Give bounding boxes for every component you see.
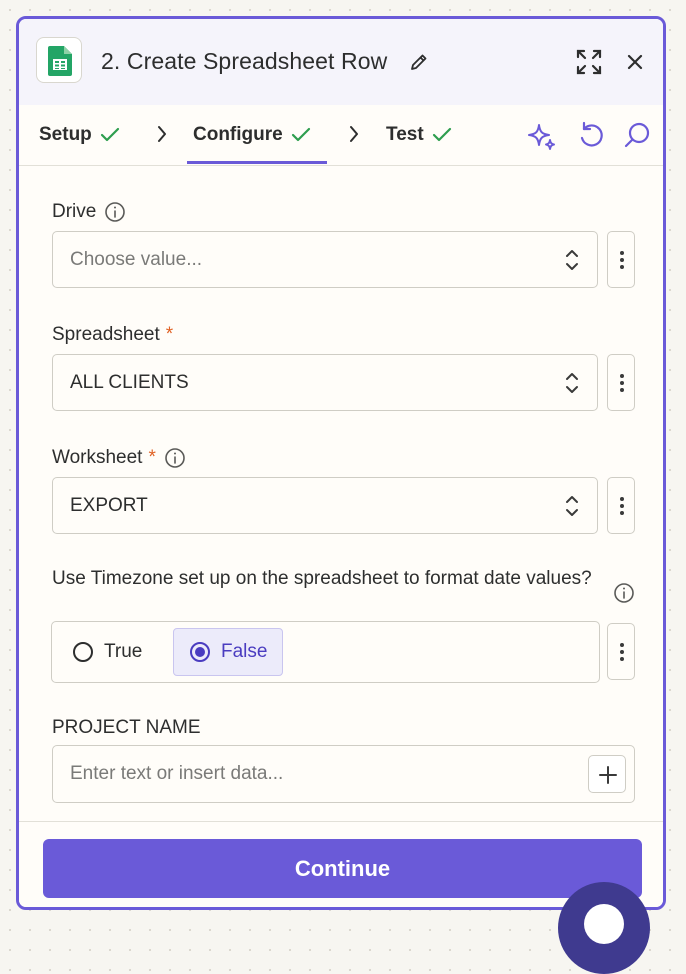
help-chat-button[interactable]	[558, 882, 650, 974]
google-sheets-icon	[36, 37, 82, 83]
worksheet-value: EXPORT	[70, 494, 148, 516]
tab-configure[interactable]: Configure	[193, 105, 311, 165]
radio-label: False	[221, 641, 268, 662]
drive-select[interactable]: Choose value...	[52, 231, 598, 288]
radio-checked-icon	[190, 642, 210, 662]
check-icon	[100, 127, 119, 142]
spreadsheet-value: ALL CLIENTS	[70, 371, 189, 393]
expand-icon[interactable]	[575, 48, 603, 81]
check-icon	[291, 127, 310, 142]
panel-header: 2. Create Spreadsheet Row	[19, 19, 663, 105]
chat-icon	[584, 904, 624, 944]
info-icon[interactable]	[104, 201, 126, 223]
close-icon[interactable]	[625, 52, 645, 77]
tab-label: Configure	[193, 124, 283, 145]
active-tab-indicator	[187, 161, 327, 164]
undo-icon[interactable]	[577, 121, 605, 154]
tab-label: Setup	[39, 124, 92, 145]
timezone-radio-group: True False	[51, 621, 600, 683]
spreadsheet-options-button[interactable]	[607, 354, 635, 411]
chevron-updown-icon	[566, 496, 578, 516]
chevron-right-icon	[350, 126, 358, 142]
tab-setup[interactable]: Setup	[39, 105, 120, 165]
radio-label: True	[104, 641, 143, 662]
plus-icon	[599, 766, 617, 784]
insert-data-button[interactable]	[588, 755, 626, 793]
info-icon[interactable]	[613, 582, 635, 604]
kebab-icon	[620, 251, 624, 269]
timezone-options-button[interactable]	[607, 623, 635, 680]
required-mark: *	[148, 447, 156, 468]
step-title: 2. Create Spreadsheet Row	[101, 48, 388, 74]
search-icon[interactable]	[623, 121, 651, 154]
info-icon[interactable]	[164, 447, 186, 469]
chevron-updown-icon	[566, 373, 578, 393]
tab-test[interactable]: Test	[386, 105, 452, 165]
worksheet-select[interactable]: EXPORT	[52, 477, 598, 534]
radio-option-true[interactable]: True	[72, 628, 172, 676]
radio-option-false[interactable]: False	[173, 628, 283, 676]
chevron-right-icon	[158, 126, 166, 142]
pencil-icon[interactable]	[409, 52, 429, 77]
spreadsheet-label: Spreadsheet *	[52, 324, 174, 345]
spreadsheet-select[interactable]: ALL CLIENTS	[52, 354, 598, 411]
drive-placeholder: Choose value...	[70, 248, 203, 270]
worksheet-label: Worksheet *	[52, 447, 186, 469]
project-name-input[interactable]: Enter text or insert data...	[52, 745, 635, 803]
radio-unchecked-icon	[73, 642, 93, 662]
worksheet-options-button[interactable]	[607, 477, 635, 534]
drive-options-button[interactable]	[607, 231, 635, 288]
tab-label: Test	[386, 124, 424, 145]
required-mark: *	[165, 324, 174, 345]
step-editor-panel: 2. Create Spreadsheet Row Setup Configur…	[16, 16, 666, 910]
project-name-placeholder: Enter text or insert data...	[70, 763, 284, 784]
check-icon	[432, 127, 451, 142]
panel-footer: Continue	[19, 821, 663, 907]
step-tabs: Setup Configure Test	[19, 105, 663, 166]
kebab-icon	[620, 374, 624, 392]
sparkle-icon[interactable]	[527, 121, 557, 156]
chevron-updown-icon	[566, 250, 578, 270]
timezone-label: Use Timezone set up on the spreadsheet t…	[52, 568, 592, 589]
project-name-label: PROJECT NAME	[52, 717, 201, 738]
continue-button[interactable]: Continue	[43, 839, 642, 898]
kebab-icon	[620, 643, 624, 661]
drive-label: Drive	[52, 201, 126, 223]
kebab-icon	[620, 497, 624, 515]
